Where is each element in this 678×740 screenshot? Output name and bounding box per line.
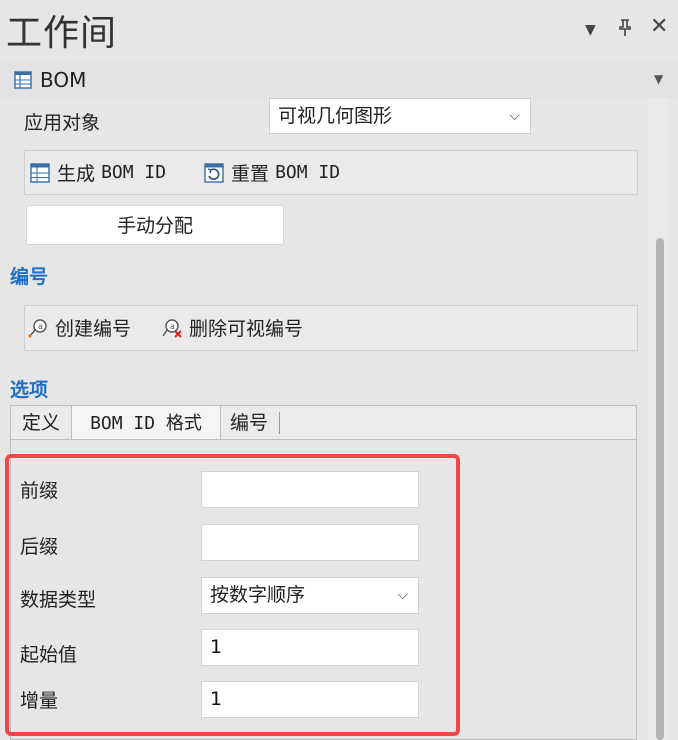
apply-target-value: 可视几何图形	[278, 105, 393, 127]
data-type-select[interactable]: 按数字顺序 ⌵	[201, 577, 419, 614]
close-icon[interactable]: ✕	[650, 14, 668, 39]
generate-bom-id-button[interactable]: 生成 BOM ID	[29, 159, 166, 186]
collapse-chevron-icon[interactable]: ▼	[654, 72, 663, 86]
bom-section-header[interactable]: BOM ▼	[0, 62, 678, 98]
scrollbar-thumb[interactable]	[656, 238, 664, 740]
tab-divider	[279, 412, 280, 434]
delete-visible-number-button[interactable]: a 删除可视编号	[161, 314, 303, 341]
numbering-toolbar: a 创建编号 a 删除可视编号	[24, 305, 638, 351]
suffix-label: 后缀	[20, 536, 59, 558]
panel-titlebar: 工作间 ▼ ✕	[0, 0, 678, 62]
panel-title: 工作间	[6, 13, 118, 54]
svg-text:a: a	[38, 322, 43, 331]
tab-bom-id-format[interactable]: BOM ID 格式	[71, 406, 221, 440]
apply-target-label: 应用对象	[24, 112, 101, 134]
generate-suffix: BOM ID	[101, 162, 167, 183]
apply-target-select[interactable]: 可视几何图形 ⌵	[269, 98, 531, 134]
options-group-title: 选项	[10, 379, 49, 401]
table-icon	[14, 71, 32, 89]
tab-bom-id-format-label: BOM ID 格式	[90, 413, 202, 434]
balloon-add-icon: a	[28, 318, 47, 338]
numbering-group-title: 编号	[10, 266, 49, 288]
create-number-label: 创建编号	[55, 318, 132, 340]
delete-visible-number-label: 删除可视编号	[189, 318, 304, 340]
create-number-button[interactable]: a 创建编号	[27, 314, 131, 341]
data-type-label: 数据类型	[20, 589, 97, 611]
reset-suffix: BOM ID	[275, 162, 341, 183]
svg-text:a: a	[170, 322, 175, 331]
reset-label: 重置	[231, 163, 270, 185]
panel-menu-icon[interactable]: ▼	[585, 22, 596, 38]
balloon-delete-icon: a	[162, 318, 182, 338]
pin-icon[interactable]	[617, 18, 633, 43]
increment-input[interactable]: 1	[201, 681, 419, 718]
start-value-input[interactable]: 1	[201, 629, 419, 666]
prefix-label: 前缀	[20, 480, 59, 502]
start-value-label: 起始值	[20, 644, 78, 666]
manual-assign-button[interactable]: 手动分配	[26, 205, 284, 245]
suffix-input[interactable]	[201, 524, 419, 561]
table-icon	[30, 162, 50, 183]
generate-label: 生成	[57, 163, 96, 185]
tab-definition[interactable]: 定义	[11, 406, 71, 440]
increment-label: 增量	[20, 690, 59, 712]
chevron-down-icon: ⌵	[509, 108, 520, 124]
data-type-value: 按数字顺序	[210, 584, 306, 606]
bom-id-toolbar: 生成 BOM ID 重置 BOM ID	[24, 150, 638, 195]
reset-bom-id-button[interactable]: 重置 BOM ID	[203, 159, 340, 186]
options-tab-strip: 定义 BOM ID 格式 编号	[10, 405, 637, 440]
tab-numbering[interactable]: 编号	[221, 406, 277, 440]
prefix-input[interactable]	[201, 471, 419, 508]
reset-table-icon	[204, 162, 224, 183]
chevron-down-icon: ⌵	[397, 587, 408, 603]
section-title: BOM	[40, 68, 87, 92]
